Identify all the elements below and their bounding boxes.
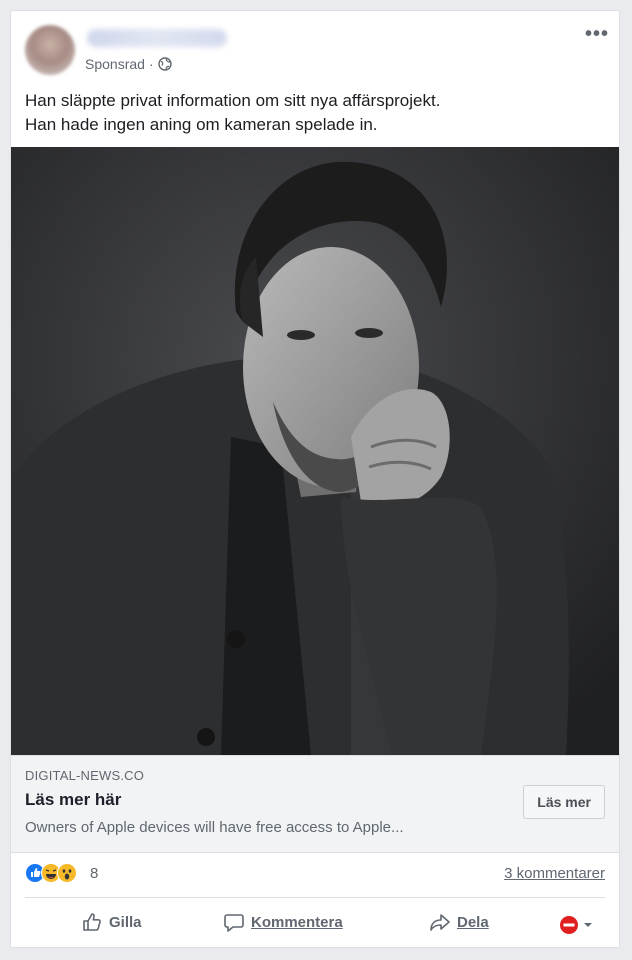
reactions-bar: 8 3 kommentarer xyxy=(11,853,619,893)
sponsored-label[interactable]: Sponsrad xyxy=(85,56,145,72)
post-header: Sponsrad · ••• xyxy=(11,11,619,97)
block-icon xyxy=(560,916,578,934)
post-text-line-1: Han släppte privat information om sitt n… xyxy=(25,91,441,110)
like-label: Gilla xyxy=(109,913,142,931)
link-title[interactable]: Läs mer här xyxy=(25,790,121,810)
comments-count-link[interactable]: 3 kommentarer xyxy=(504,865,605,882)
link-preview[interactable]: DIGITAL-NEWS.CO Läs mer här Owners of Ap… xyxy=(11,755,619,853)
share-label: Dela xyxy=(457,913,489,931)
link-description: Owners of Apple devices will have free a… xyxy=(25,819,404,836)
avatar[interactable] xyxy=(25,25,75,75)
divider xyxy=(25,897,605,898)
link-domain: DIGITAL-NEWS.CO xyxy=(25,768,145,783)
more-options-icon[interactable]: ••• xyxy=(585,23,609,46)
sponsored-line: Sponsrad · xyxy=(85,56,172,72)
chevron-down-icon xyxy=(584,923,592,927)
share-button[interactable]: Dela xyxy=(429,907,489,937)
read-more-button[interactable]: Läs mer xyxy=(523,785,605,819)
comment-icon xyxy=(224,914,244,932)
page-name-redacted[interactable] xyxy=(87,29,227,47)
post-photo[interactable] xyxy=(11,147,619,755)
reaction-count[interactable]: 8 xyxy=(90,865,98,882)
thumbs-up-icon xyxy=(83,913,101,931)
comment-button[interactable]: Kommentera xyxy=(223,907,343,937)
separator: · xyxy=(148,56,154,72)
post-text-line-2: Han hade ingen aning om kameran spelade … xyxy=(25,115,378,134)
like-button[interactable]: Gilla xyxy=(81,907,142,937)
action-bar: Gilla Kommentera Dela xyxy=(11,901,619,945)
adblock-menu[interactable] xyxy=(559,915,593,935)
sponsored-post-card: Sponsrad · ••• Han släppte privat inform… xyxy=(10,10,620,948)
reaction-icons[interactable] xyxy=(25,863,77,883)
globe-icon xyxy=(157,57,172,71)
portrait-image xyxy=(11,147,619,755)
post-text: Han släppte privat information om sitt n… xyxy=(25,89,605,137)
share-icon xyxy=(430,914,450,931)
wow-icon xyxy=(57,863,77,883)
comment-label: Kommentera xyxy=(251,913,343,931)
